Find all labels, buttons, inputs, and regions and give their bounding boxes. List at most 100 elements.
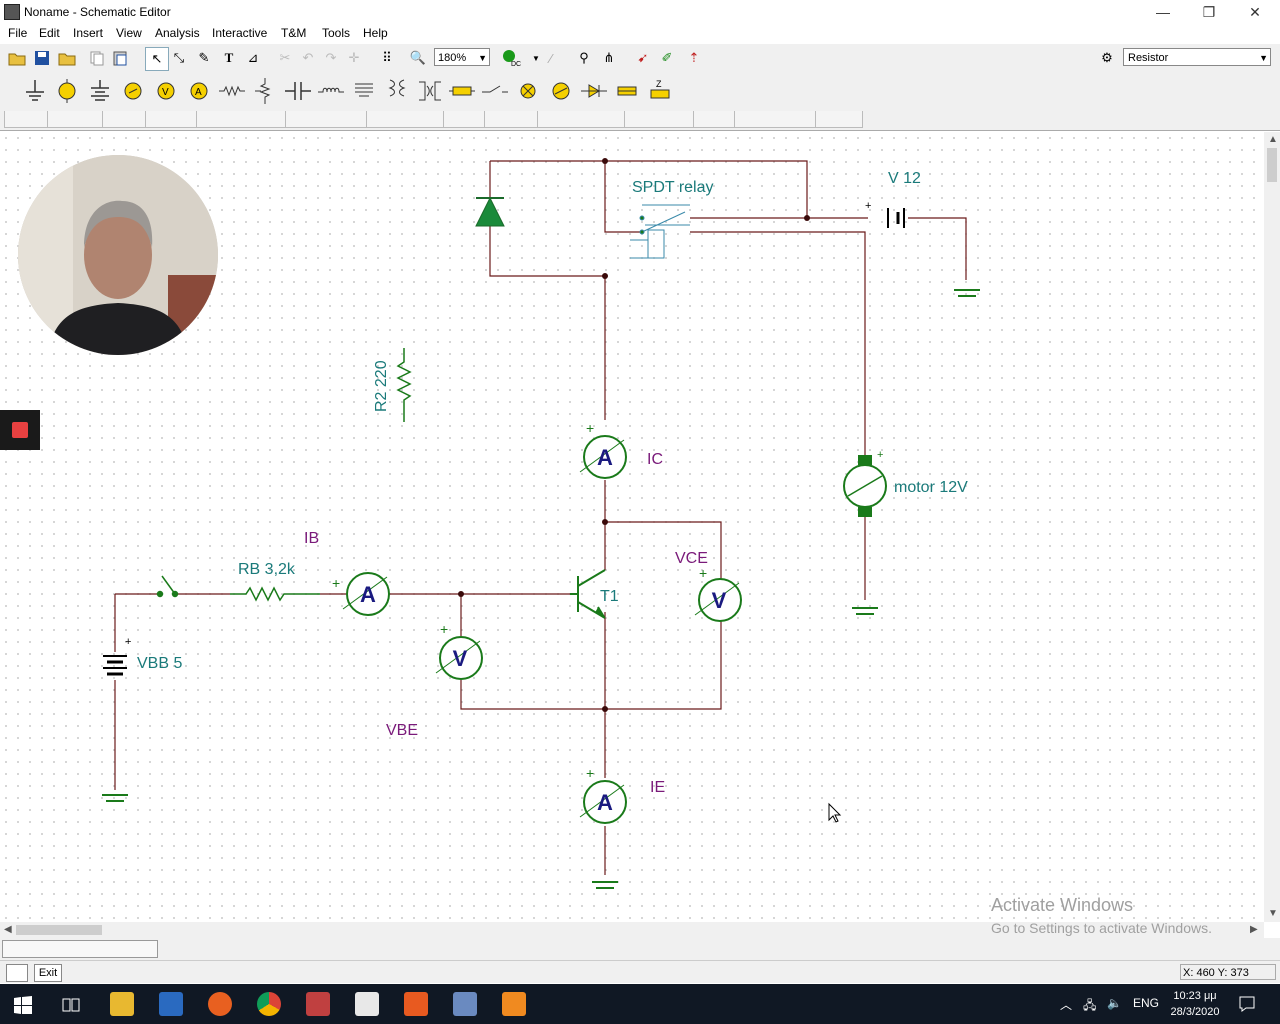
palette-tab[interactable]: [693, 111, 735, 128]
vertical-scrollbar[interactable]: ▲ ▼: [1264, 132, 1280, 922]
meter-icon[interactable]: ⚲: [573, 47, 595, 69]
palette-tab[interactable]: [443, 111, 485, 128]
ammeter-tool-icon[interactable]: A: [184, 76, 214, 106]
file-explorer-icon[interactable]: [110, 992, 134, 1016]
close-button[interactable]: ✕: [1232, 0, 1278, 24]
system-clock[interactable]: 10:23 μμ 28/3/2020: [1164, 988, 1226, 1020]
redo-icon[interactable]: ↷: [320, 47, 342, 69]
zoom-icon[interactable]: 🔍: [407, 47, 429, 69]
menu-insert[interactable]: Insert: [73, 26, 103, 40]
component-select[interactable]: Resistor ▼: [1123, 48, 1271, 66]
battery-v12[interactable]: [887, 208, 905, 228]
ground-icon[interactable]: [20, 76, 50, 106]
ammeter-ie[interactable]: A +: [579, 765, 627, 824]
wire-tool-icon[interactable]: ⤡: [168, 47, 190, 69]
filezilla-icon[interactable]: [306, 992, 330, 1016]
led-icon[interactable]: [612, 76, 642, 106]
marker-icon[interactable]: ➹: [632, 47, 654, 69]
text-tool-icon[interactable]: T: [218, 47, 240, 69]
pin-icon[interactable]: ⇡: [683, 47, 705, 69]
palette-tab[interactable]: [624, 111, 694, 128]
volume-icon[interactable]: 🔈: [1107, 996, 1122, 1010]
notifications-icon[interactable]: [1238, 995, 1256, 1013]
voltmeter-vce[interactable]: V +: [694, 565, 742, 622]
switch-base[interactable]: [156, 575, 179, 598]
palette-tab[interactable]: [537, 111, 625, 128]
potentiometer-icon[interactable]: [250, 76, 280, 106]
chrome-icon[interactable]: [257, 992, 281, 1016]
line-tool-icon[interactable]: ⊿: [242, 47, 264, 69]
resistor-tool-icon[interactable]: [217, 76, 247, 106]
transformer-icon[interactable]: [349, 76, 379, 106]
minimize-button[interactable]: —: [1140, 0, 1186, 24]
palette-tab[interactable]: [196, 111, 286, 128]
menu-tm[interactable]: T&M: [281, 26, 306, 40]
select-pointer-icon[interactable]: ↖: [145, 47, 169, 71]
motor-tool-icon[interactable]: [546, 76, 576, 106]
palette-tab[interactable]: [47, 111, 103, 128]
menu-interactive[interactable]: Interactive: [212, 26, 267, 40]
voltmeter-tool-icon[interactable]: V: [151, 76, 181, 106]
language-indicator[interactable]: ENG: [1133, 996, 1159, 1010]
lamp-icon[interactable]: [513, 76, 543, 106]
palette-tab[interactable]: [734, 111, 816, 128]
diode-tool-icon[interactable]: [579, 76, 609, 106]
palette-tab[interactable]: [285, 111, 367, 128]
palette-tab[interactable]: [366, 111, 444, 128]
scroll-down-icon[interactable]: ▼: [1268, 908, 1278, 919]
vertical-scroll-thumb[interactable]: [1267, 148, 1277, 182]
horizontal-scroll-thumb[interactable]: [16, 925, 102, 935]
grid-icon[interactable]: ⠿: [376, 47, 398, 69]
save-icon[interactable]: [31, 47, 53, 69]
diode[interactable]: [475, 196, 505, 227]
current-source-icon[interactable]: [118, 76, 148, 106]
resistor-r2[interactable]: [396, 348, 412, 422]
resistor-rb[interactable]: [230, 586, 320, 602]
fuse-icon[interactable]: [447, 76, 477, 106]
scroll-up-icon[interactable]: ▲: [1268, 134, 1278, 145]
switch-tool-icon[interactable]: ⋔: [598, 47, 620, 69]
copy-icon[interactable]: [86, 47, 108, 69]
palette-tab[interactable]: [4, 111, 48, 128]
menu-edit[interactable]: Edit: [39, 26, 60, 40]
switch-icon[interactable]: [480, 76, 510, 106]
palette-tab[interactable]: [815, 111, 863, 128]
voltmeter-vbe[interactable]: V +: [435, 621, 483, 680]
menu-tools[interactable]: Tools: [322, 26, 350, 40]
screen-recorder-icon[interactable]: [502, 992, 526, 1016]
tray-expand-icon[interactable]: ︿: [1060, 996, 1072, 1013]
battery-vbb[interactable]: [103, 655, 127, 676]
junction-icon[interactable]: ✛: [343, 47, 365, 69]
ammeter-ic[interactable]: A +: [579, 420, 627, 479]
network-icon[interactable]: 🖧: [1083, 996, 1096, 1017]
relay-tool-icon[interactable]: [415, 76, 445, 106]
tina-icon[interactable]: [453, 992, 477, 1016]
presentation-icon[interactable]: [404, 992, 428, 1016]
exit-button[interactable]: Exit: [34, 964, 62, 982]
menu-analysis[interactable]: Analysis: [155, 26, 200, 40]
undo-icon[interactable]: ↶: [297, 47, 319, 69]
probe-icon[interactable]: ⁄: [540, 47, 562, 69]
capacitor-tool-icon[interactable]: [283, 76, 313, 106]
paste-icon[interactable]: [109, 47, 131, 69]
scroll-left-icon[interactable]: ◀: [4, 924, 12, 935]
firefox-icon[interactable]: [208, 992, 232, 1016]
zoom-select[interactable]: 180% ▼: [434, 48, 490, 66]
calculator-icon[interactable]: [355, 992, 379, 1016]
zener-icon[interactable]: Z: [645, 76, 675, 106]
inductor-tool-icon[interactable]: [316, 76, 346, 106]
dc-analysis-icon[interactable]: DC: [500, 47, 522, 69]
motor[interactable]: +: [843, 449, 887, 517]
menu-file[interactable]: File: [8, 26, 27, 40]
mail-icon[interactable]: [159, 992, 183, 1016]
open-file-icon[interactable]: [56, 47, 78, 69]
menu-view[interactable]: View: [116, 26, 142, 40]
sheet-tab[interactable]: [2, 940, 158, 958]
recording-stop-button[interactable]: [0, 410, 40, 450]
cut-icon[interactable]: ✂: [274, 47, 296, 69]
pencil-icon[interactable]: ✎: [193, 47, 215, 69]
task-view-icon[interactable]: [62, 996, 80, 1014]
windows-start-icon[interactable]: [14, 996, 32, 1014]
voltage-source-icon[interactable]: [52, 76, 82, 106]
maximize-button[interactable]: ❐: [1186, 0, 1232, 24]
